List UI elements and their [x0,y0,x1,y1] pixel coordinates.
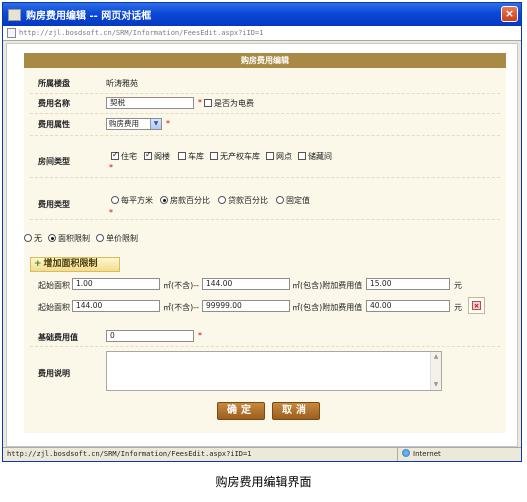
desc-textarea[interactable] [106,351,442,391]
window-title: 购房费用编辑 -- 网页对话框 [26,11,152,22]
ok-button[interactable]: 确定 [217,402,265,420]
checkbox[interactable] [266,152,274,160]
start-area-input[interactable]: 144.00 [72,300,160,312]
room-type-wuchanquan[interactable]: 无产权车库 [210,151,260,162]
base-fee-input[interactable]: 0 [106,330,194,342]
community-value: 听涛雅苑 [106,79,138,88]
community-label: 所属楼盘 [38,79,70,88]
checkbox[interactable] [178,152,186,160]
desc-label: 费用说明 [38,369,70,378]
close-icon: × [472,301,481,310]
divider [30,346,500,347]
required-mark: * [198,331,202,340]
add-area-limit-button[interactable]: + 增加面积限制 [30,257,120,272]
divider [30,113,500,114]
security-zone: Internet [397,448,441,461]
limit-price[interactable]: 单价限制 [96,233,138,244]
room-type-label: 房间类型 [38,157,70,166]
radio[interactable] [111,196,119,204]
room-type-gelou[interactable]: 阁楼 [144,150,170,162]
fee-attr-value: 购房费用 [109,119,139,128]
fee-type-label: 费用类型 [38,200,70,209]
divider [30,177,500,178]
unit-label: 元 [454,281,462,290]
extra-fee-label: ㎡(包含)附加费用值 [292,303,363,312]
address-bar: http://zjl.bosdsoft.cn/SRM/Information/F… [3,26,521,41]
divider [30,219,500,220]
fee-name-input[interactable]: 契税 [106,97,194,109]
form-header: 购房费用编辑 [24,53,506,68]
extra-fee-input[interactable]: 40.00 [366,300,450,312]
limit-none[interactable]: 无 [24,233,42,244]
radio[interactable] [218,196,226,204]
divider [30,93,500,94]
area-range-label: ㎡(不含)-- [163,303,200,312]
title-bar: 购房费用编辑 -- 网页对话框 × [3,3,521,26]
form-panel: 购房费用编辑 所属楼盘 听涛雅苑 费用名称 契税 * 是否为电费 费用属性 购房… [24,53,506,433]
window-icon [8,8,21,21]
radio[interactable] [276,196,284,204]
page-icon [7,28,16,38]
checkbox[interactable] [144,150,152,160]
base-fee-label: 基础费用值 [38,333,78,342]
is-electric-checkbox[interactable] [204,99,212,107]
room-type-zhuzhai[interactable]: 住宅 [111,150,137,162]
start-area-input[interactable]: 1.00 [72,278,160,290]
globe-icon [402,449,410,457]
delete-row-button[interactable]: × [468,297,485,314]
required-mark: * [166,119,170,128]
dialog-window: 购房费用编辑 -- 网页对话框 × http://zjl.bosdsoft.cn… [2,2,522,462]
end-area-input[interactable]: 144.00 [202,278,290,290]
unit-label: 元 [454,303,462,312]
end-area-input[interactable]: 99999.00 [202,300,290,312]
cancel-button[interactable]: 取消 [272,402,320,420]
figure-caption: 购房费用编辑界面 [215,475,312,489]
required-mark: * [109,208,113,217]
checkbox[interactable] [111,150,119,160]
fee-attr-select[interactable]: 购房费用 ▼ [106,118,162,130]
fee-type-house-pct[interactable]: 房款百分比 [160,195,210,206]
limit-area[interactable]: 面积限制 [48,233,90,244]
dialog-content: 购房费用编辑 所属楼盘 听涛雅苑 费用名称 契税 * 是否为电费 费用属性 购房… [6,43,518,447]
status-url: http://zjl.bosdsoft.cn/SRM/Information/F… [7,450,252,458]
required-mark: * [198,98,202,107]
status-bar: http://zjl.bosdsoft.cn/SRM/Information/F… [3,447,521,461]
checkbox[interactable] [210,152,218,160]
plus-icon: + [34,259,42,269]
chevron-down-icon: ▼ [150,119,161,129]
fee-type-per-sqm[interactable]: 每平方米 [111,195,153,206]
scrollbar[interactable] [430,352,441,390]
room-type-wangdian[interactable]: 网点 [266,151,292,162]
address-text: http://zjl.bosdsoft.cn/SRM/Information/F… [19,29,264,37]
area-range-label: ㎡(不含)-- [163,281,200,290]
divider [30,135,500,136]
radio[interactable] [160,196,168,204]
fee-type-fixed[interactable]: 固定值 [276,195,310,206]
start-area-label: 起始面积 [38,303,70,312]
add-area-limit-label: 增加面积限制 [43,259,98,269]
close-button[interactable]: × [501,6,518,22]
start-area-label: 起始面积 [38,281,70,290]
fee-name-label: 费用名称 [38,99,70,108]
radio[interactable] [96,234,104,242]
room-type-chucang[interactable]: 储藏间 [298,151,332,162]
is-electric-option[interactable]: 是否为电费 [204,98,254,109]
radio[interactable] [24,234,32,242]
fee-attr-label: 费用属性 [38,120,70,129]
checkbox[interactable] [298,152,306,160]
fee-type-loan-pct[interactable]: 贷款百分比 [218,195,268,206]
radio[interactable] [48,234,56,242]
extra-fee-input[interactable]: 15.00 [366,278,450,290]
extra-fee-label: ㎡(包含)附加费用值 [292,281,363,290]
room-type-cheku[interactable]: 车库 [178,151,204,162]
required-mark: * [109,163,113,172]
